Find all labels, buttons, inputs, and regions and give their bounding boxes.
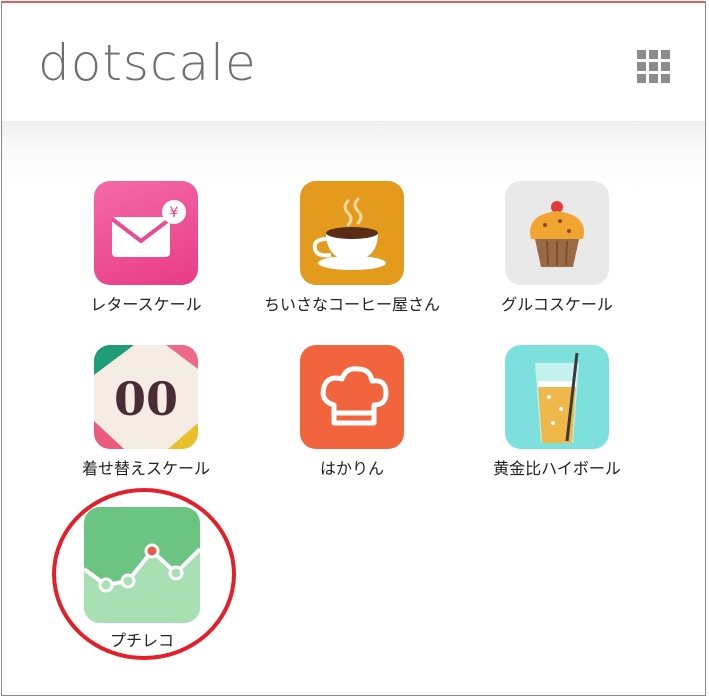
app-dressup-scale[interactable]: 00 着せ替えスケール	[56, 345, 236, 479]
line-graph-icon	[84, 507, 200, 623]
app-label: レタースケール	[90, 295, 202, 314]
app-label: プチレコ	[109, 631, 174, 650]
app-coffee-shop[interactable]: ちいさなコーヒー屋さん	[262, 181, 442, 315]
cupcake-icon	[505, 181, 609, 285]
coffee-cup-icon	[300, 181, 404, 285]
digits-text: 00	[114, 372, 178, 426]
chef-hat-icon	[300, 345, 404, 449]
app-label: グルコスケール	[501, 295, 613, 314]
app-label: 黄金比ハイボール	[493, 459, 621, 478]
app-label: 着せ替えスケール	[81, 459, 210, 478]
app-highball[interactable]: 黄金比ハイボール	[467, 345, 647, 479]
app-header: dotscale	[2, 3, 705, 121]
app-hakarin[interactable]: はかりん	[262, 345, 442, 479]
highball-glass-icon	[505, 345, 609, 449]
grid-icon[interactable]	[637, 50, 671, 84]
app-letter-scale[interactable]: ¥ レタースケール	[56, 181, 236, 315]
digits-00-icon: 00	[94, 345, 198, 449]
envelope-yen-icon: ¥	[94, 181, 198, 285]
app-label: はかりん	[319, 459, 384, 478]
brand-logo: dotscale	[38, 34, 257, 92]
svg-text:¥: ¥	[170, 205, 179, 221]
app-puchireco[interactable]: プチレコ	[52, 507, 232, 651]
app-gluco-scale[interactable]: グルコスケール	[467, 181, 647, 315]
app-label: ちいさなコーヒー屋さん	[263, 295, 440, 314]
